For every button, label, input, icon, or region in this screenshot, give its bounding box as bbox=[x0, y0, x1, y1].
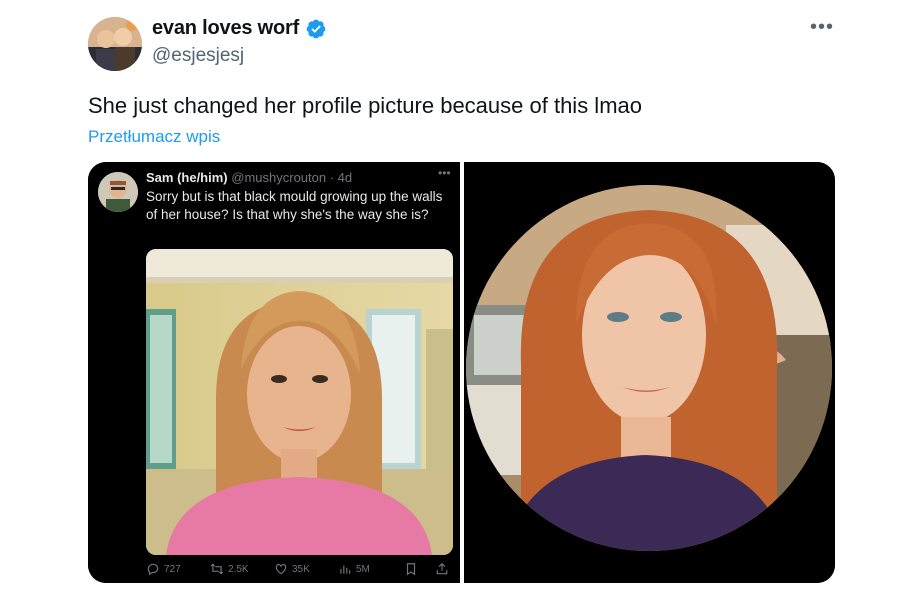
quoted-tweet-screenshot[interactable]: Sam (he/him) @mushycrouton · 4d ••• Sorr… bbox=[88, 162, 460, 583]
view-count: 5M bbox=[338, 562, 370, 576]
verified-badge-icon bbox=[306, 19, 326, 38]
quoted-author-avatar bbox=[98, 172, 138, 212]
repost-count: 2.5K bbox=[210, 562, 249, 576]
reply-icon bbox=[147, 563, 159, 576]
reply-count-text: 727 bbox=[164, 563, 181, 575]
tweet-text: She just changed her profile picture bec… bbox=[88, 93, 642, 118]
quoted-tweet-text: Sorry but is that black mould growing up… bbox=[146, 189, 443, 222]
author-handle[interactable]: @esjesjesj bbox=[152, 45, 244, 67]
repost-count-text: 2.5K bbox=[228, 563, 249, 575]
bookmark-action bbox=[404, 562, 418, 576]
bookmark-icon bbox=[406, 563, 416, 576]
like-count: 35K bbox=[274, 562, 310, 576]
quoted-author-name: Sam (he/him) bbox=[146, 170, 228, 185]
reply-count: 727 bbox=[146, 562, 181, 576]
view-count-text: 5M bbox=[356, 563, 370, 575]
share-action bbox=[435, 562, 449, 576]
repost-icon bbox=[210, 563, 224, 575]
like-count-text: 35K bbox=[292, 563, 310, 575]
translate-link[interactable]: Przetłumacz wpis bbox=[88, 127, 220, 147]
author-display-name[interactable]: evan loves worf bbox=[152, 17, 299, 40]
author-avatar[interactable] bbox=[88, 17, 142, 71]
views-icon bbox=[340, 565, 351, 574]
quoted-handle-time: @mushycrouton · 4d bbox=[231, 170, 353, 185]
quoted-action-bar: 727 2.5K 35K 5M bbox=[88, 562, 460, 580]
heart-icon bbox=[275, 564, 287, 575]
share-icon bbox=[436, 562, 448, 575]
profile-picture-panel[interactable] bbox=[464, 162, 835, 583]
quoted-header: Sam (he/him) @mushycrouton · 4d bbox=[146, 170, 352, 185]
quoted-photo bbox=[146, 249, 453, 555]
more-horizontal-icon[interactable]: ••• bbox=[810, 17, 834, 37]
tweet-media[interactable]: Sam (he/him) @mushycrouton · 4d ••• Sorr… bbox=[88, 162, 835, 583]
quoted-more-icon: ••• bbox=[438, 166, 451, 180]
circular-profile-photo bbox=[466, 185, 832, 551]
